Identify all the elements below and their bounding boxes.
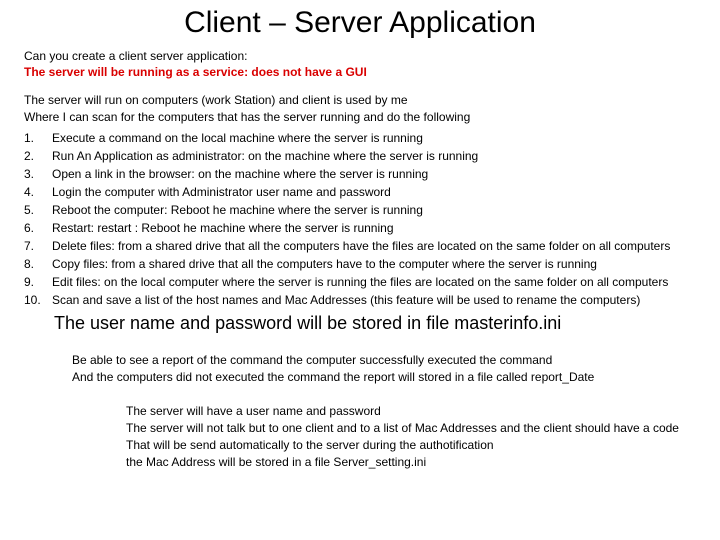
list-num: 1. — [24, 129, 52, 147]
auth-line-3: That will be send automatically to the s… — [126, 437, 696, 454]
list-item: 3.Open a link in the browser: on the mac… — [24, 165, 696, 183]
auth-line-4: the Mac Address will be stored in a file… — [126, 454, 696, 471]
overview-line-2: Where I can scan for the computers that … — [24, 109, 696, 125]
overview-line-1: The server will run on computers (work S… — [24, 92, 696, 108]
list-text: Open a link in the browser: on the machi… — [52, 165, 428, 183]
list-item: 6.Restart: restart : Reboot he machine w… — [24, 219, 696, 237]
list-text: Copy files: from a shared drive that all… — [52, 255, 597, 273]
auth-line-1: The server will have a user name and pas… — [126, 403, 696, 420]
intro-block: Can you create a client server applicati… — [24, 48, 696, 80]
list-item: 8.Copy files: from a shared drive that a… — [24, 255, 696, 273]
requirements-list: 1.Execute a command on the local machine… — [24, 129, 696, 309]
list-num: 7. — [24, 237, 52, 255]
report-line-1: Be able to see a report of the command t… — [72, 352, 696, 369]
list-num: 10. — [24, 291, 52, 309]
list-num: 9. — [24, 273, 52, 291]
list-text: Login the computer with Administrator us… — [52, 183, 391, 201]
list-item: 9.Edit files: on the local computer wher… — [24, 273, 696, 291]
list-item: 1.Execute a command on the local machine… — [24, 129, 696, 147]
list-text: Delete files: from a shared drive that a… — [52, 237, 670, 255]
list-text: Execute a command on the local machine w… — [52, 129, 423, 147]
list-num: 3. — [24, 165, 52, 183]
intro-line-2: The server will be running as a service:… — [24, 64, 696, 80]
intro-line-1: Can you create a client server applicati… — [24, 48, 696, 64]
list-num: 4. — [24, 183, 52, 201]
list-num: 6. — [24, 219, 52, 237]
auth-line-2: The server will not talk but to one clie… — [126, 420, 696, 437]
list-text: Run An Application as administrator: on … — [52, 147, 478, 165]
auth-block: The server will have a user name and pas… — [126, 403, 696, 470]
list-text: Restart: restart : Reboot he machine whe… — [52, 219, 394, 237]
list-text: Edit files: on the local computer where … — [52, 273, 668, 291]
list-text: Reboot the computer: Reboot he machine w… — [52, 201, 423, 219]
list-text: Scan and save a list of the host names a… — [52, 291, 640, 309]
report-block: Be able to see a report of the command t… — [72, 352, 696, 386]
list-item: 4.Login the computer with Administrator … — [24, 183, 696, 201]
overview-block: The server will run on computers (work S… — [24, 92, 696, 124]
list-num: 2. — [24, 147, 52, 165]
list-num: 5. — [24, 201, 52, 219]
credentials-note: The user name and password will be store… — [54, 313, 696, 334]
list-num: 8. — [24, 255, 52, 273]
page-title: Client – Server Application — [0, 0, 720, 40]
list-item: 2.Run An Application as administrator: o… — [24, 147, 696, 165]
report-line-2: And the computers did not executed the c… — [72, 369, 696, 386]
list-item: 10.Scan and save a list of the host name… — [24, 291, 696, 309]
list-item: 7.Delete files: from a shared drive that… — [24, 237, 696, 255]
list-item: 5.Reboot the computer: Reboot he machine… — [24, 201, 696, 219]
